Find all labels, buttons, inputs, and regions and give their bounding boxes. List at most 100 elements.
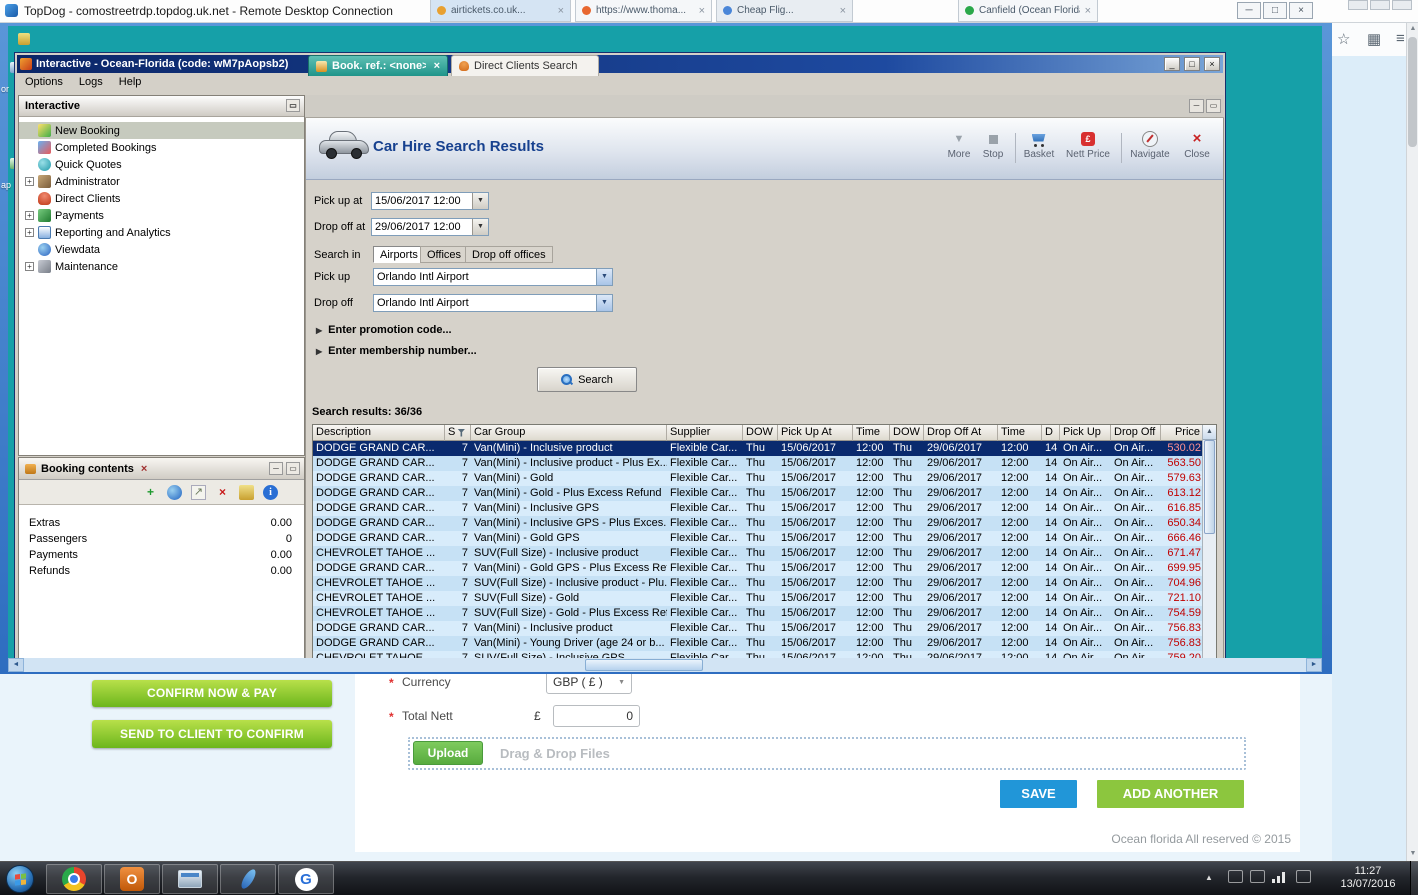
sidebar-item-payments[interactable]: +Payments xyxy=(19,207,304,224)
app-minimize-icon[interactable]: _ xyxy=(1164,57,1180,71)
more-button[interactable]: ▼ More xyxy=(942,129,976,171)
scrollbar-thumb[interactable] xyxy=(1408,37,1417,147)
result-row[interactable]: CHEVROLET TAHOE ...7SUV(Full Size) - Gol… xyxy=(313,606,1216,621)
minimize-button[interactable]: ─ xyxy=(1237,2,1261,19)
browser-tab[interactable]: Canfield (Ocean Florida) In...× xyxy=(958,0,1098,22)
close-tab-icon[interactable]: × xyxy=(1085,5,1091,17)
action-center-icon[interactable] xyxy=(1296,870,1311,883)
stop-button[interactable]: Stop xyxy=(977,129,1009,171)
booking-contents-row-refunds[interactable]: Refunds0.00 xyxy=(19,563,304,579)
window-control-cut[interactable] xyxy=(1370,0,1390,10)
chevron-down-icon[interactable]: ▼ xyxy=(472,193,488,209)
window-control-cut[interactable] xyxy=(1348,0,1368,10)
send-to-client-button[interactable]: SEND TO CLIENT TO CONFIRM xyxy=(92,720,332,748)
app-maximize-icon[interactable]: □ xyxy=(1184,57,1200,71)
taskbar-app-feather[interactable] xyxy=(220,864,276,894)
upload-button[interactable]: Upload xyxy=(413,741,483,765)
export-icon[interactable]: ↗ xyxy=(191,485,206,500)
result-row[interactable]: DODGE GRAND CAR...7Van(Mini) - Inclusive… xyxy=(313,516,1216,531)
expand-icon[interactable]: + xyxy=(25,177,34,186)
app-titlebar[interactable]: Interactive - Ocean-Florida (code: wM7pA… xyxy=(17,55,1223,73)
scroll-down-icon[interactable]: ▼ xyxy=(1407,847,1418,861)
show-desktop-button[interactable] xyxy=(1410,861,1418,895)
result-row[interactable]: DODGE GRAND CAR...7Van(Mini) - Young Dri… xyxy=(313,636,1216,651)
booking-contents-row-payments[interactable]: Payments0.00 xyxy=(19,547,304,563)
column-header-price[interactable]: Price xyxy=(1161,425,1204,441)
panel-minimize-icon[interactable]: ─ xyxy=(269,462,283,475)
column-header-car_group[interactable]: Car Group xyxy=(471,425,667,441)
chevron-down-icon[interactable]: ▼ xyxy=(596,295,612,311)
close-tab-icon[interactable]: × xyxy=(141,463,147,475)
drop-off-select[interactable]: Orlando Intl Airport ▼ xyxy=(373,294,613,312)
sidebar-item-maintenance[interactable]: +Maintenance xyxy=(19,258,304,275)
network-icon[interactable] xyxy=(1272,872,1287,883)
column-header-supplier[interactable]: Supplier xyxy=(667,425,743,441)
close-tab-icon[interactable]: × xyxy=(434,60,440,72)
scroll-up-icon[interactable]: ▲ xyxy=(1203,425,1216,440)
scrollbar-thumb[interactable] xyxy=(585,659,703,671)
result-row[interactable]: CHEVROLET TAHOE ...7SUV(Full Size) - Inc… xyxy=(313,546,1216,561)
taskbar-clock[interactable]: 11:27 13/07/2016 xyxy=(1330,865,1406,891)
desktop-shortcut-icon[interactable] xyxy=(18,33,30,45)
sidebar-item-direct-clients[interactable]: +Direct Clients xyxy=(19,190,304,207)
add-another-button[interactable]: ADD ANOTHER xyxy=(1097,780,1244,808)
column-header-description[interactable]: Description xyxy=(313,425,445,441)
tab-booking-ref[interactable]: Book. ref.: <none> × xyxy=(308,55,448,76)
add-icon[interactable]: + xyxy=(143,485,158,500)
pick-up-select[interactable]: Orlando Intl Airport ▼ xyxy=(373,268,613,286)
total-nett-input[interactable]: 0 xyxy=(553,705,640,727)
booking-contents-header[interactable]: Booking contents × ─ ▭ xyxy=(19,458,304,480)
sidebar-item-quick-quotes[interactable]: +Quick Quotes xyxy=(19,156,304,173)
info-icon[interactable]: i xyxy=(263,485,278,500)
close-tab-icon[interactable]: × xyxy=(699,5,705,17)
column-header-drop_time[interactable]: Time xyxy=(998,425,1042,441)
extras-icon[interactable] xyxy=(239,485,254,500)
panel-restore-icon[interactable]: ▭ xyxy=(286,99,300,112)
confirm-now-pay-button[interactable]: CONFIRM NOW & PAY xyxy=(92,680,332,707)
column-header-drop_off[interactable]: Drop Off xyxy=(1111,425,1161,441)
search-in-offices[interactable]: Offices xyxy=(420,246,468,263)
result-row[interactable]: DODGE GRAND CAR...7Van(Mini) - Inclusive… xyxy=(313,501,1216,516)
expand-icon[interactable]: + xyxy=(25,228,34,237)
nett-price-button[interactable]: £ Nett Price xyxy=(1061,129,1115,171)
result-row[interactable]: DODGE GRAND CAR...7Van(Mini) - Gold GPS … xyxy=(313,561,1216,576)
close-button[interactable]: × xyxy=(1289,2,1313,19)
sidebar-item-reporting-and-analytics[interactable]: +Reporting and Analytics xyxy=(19,224,304,241)
column-header-pick_up_at[interactable]: Pick Up At xyxy=(778,425,853,441)
tabgroup-restore-icon[interactable]: ▭ xyxy=(1206,99,1221,113)
taskbar-outlook[interactable]: O xyxy=(104,864,160,894)
menu-logs[interactable]: Logs xyxy=(71,75,111,89)
browser-scrollbar[interactable]: ▲ ▼ xyxy=(1406,22,1418,861)
browser-tab[interactable]: https://www.thoma...× xyxy=(575,0,712,22)
column-header-dow_pick[interactable]: DOW xyxy=(743,425,778,441)
search-in-airports[interactable]: Airports xyxy=(373,246,425,263)
column-header-seats[interactable]: S xyxy=(445,425,471,441)
result-row[interactable]: CHEVROLET TAHOE ...7SUV(Full Size) - Gol… xyxy=(313,591,1216,606)
window-control-cut[interactable] xyxy=(1392,0,1412,10)
taskbar-chrome[interactable] xyxy=(46,864,102,894)
close-tab-icon[interactable]: × xyxy=(840,5,846,17)
result-row[interactable]: CHEVROLET TAHOE ...7SUV(Full Size) - Inc… xyxy=(313,576,1216,591)
column-header-pick_time[interactable]: Time xyxy=(853,425,890,441)
save-button[interactable]: SAVE xyxy=(1000,780,1077,808)
panel-restore-icon[interactable]: ▭ xyxy=(286,462,300,475)
expand-icon[interactable]: + xyxy=(25,262,34,271)
column-header-dow_drop[interactable]: DOW xyxy=(890,425,924,441)
delete-icon[interactable]: × xyxy=(215,485,230,500)
favorites-star-icon[interactable]: ☆ xyxy=(1337,30,1350,48)
apps-grid-icon[interactable]: ▦ xyxy=(1367,30,1381,48)
membership-number-expander[interactable]: ▶Enter membership number... xyxy=(316,345,477,357)
menu-help[interactable]: Help xyxy=(111,75,150,89)
expand-icon[interactable]: + xyxy=(25,211,34,220)
browser-tab[interactable]: Cheap Flig...× xyxy=(716,0,853,22)
close-tab-icon[interactable]: × xyxy=(558,5,564,17)
search-button[interactable]: Search xyxy=(537,367,637,392)
table-scrollbar[interactable]: ▲ xyxy=(1202,425,1216,658)
scrollbar-thumb[interactable] xyxy=(1204,440,1215,534)
result-row[interactable]: DODGE GRAND CAR...7Van(Mini) - Inclusive… xyxy=(313,456,1216,471)
sidebar-item-new-booking[interactable]: +New Booking xyxy=(19,122,304,139)
rdp-horizontal-scrollbar[interactable]: ◄ ► xyxy=(8,658,1322,672)
scroll-right-icon[interactable]: ► xyxy=(1306,658,1322,672)
result-row[interactable]: DODGE GRAND CAR...7Van(Mini) - GoldFlexi… xyxy=(313,471,1216,486)
sidebar-item-viewdata[interactable]: +Viewdata xyxy=(19,241,304,258)
